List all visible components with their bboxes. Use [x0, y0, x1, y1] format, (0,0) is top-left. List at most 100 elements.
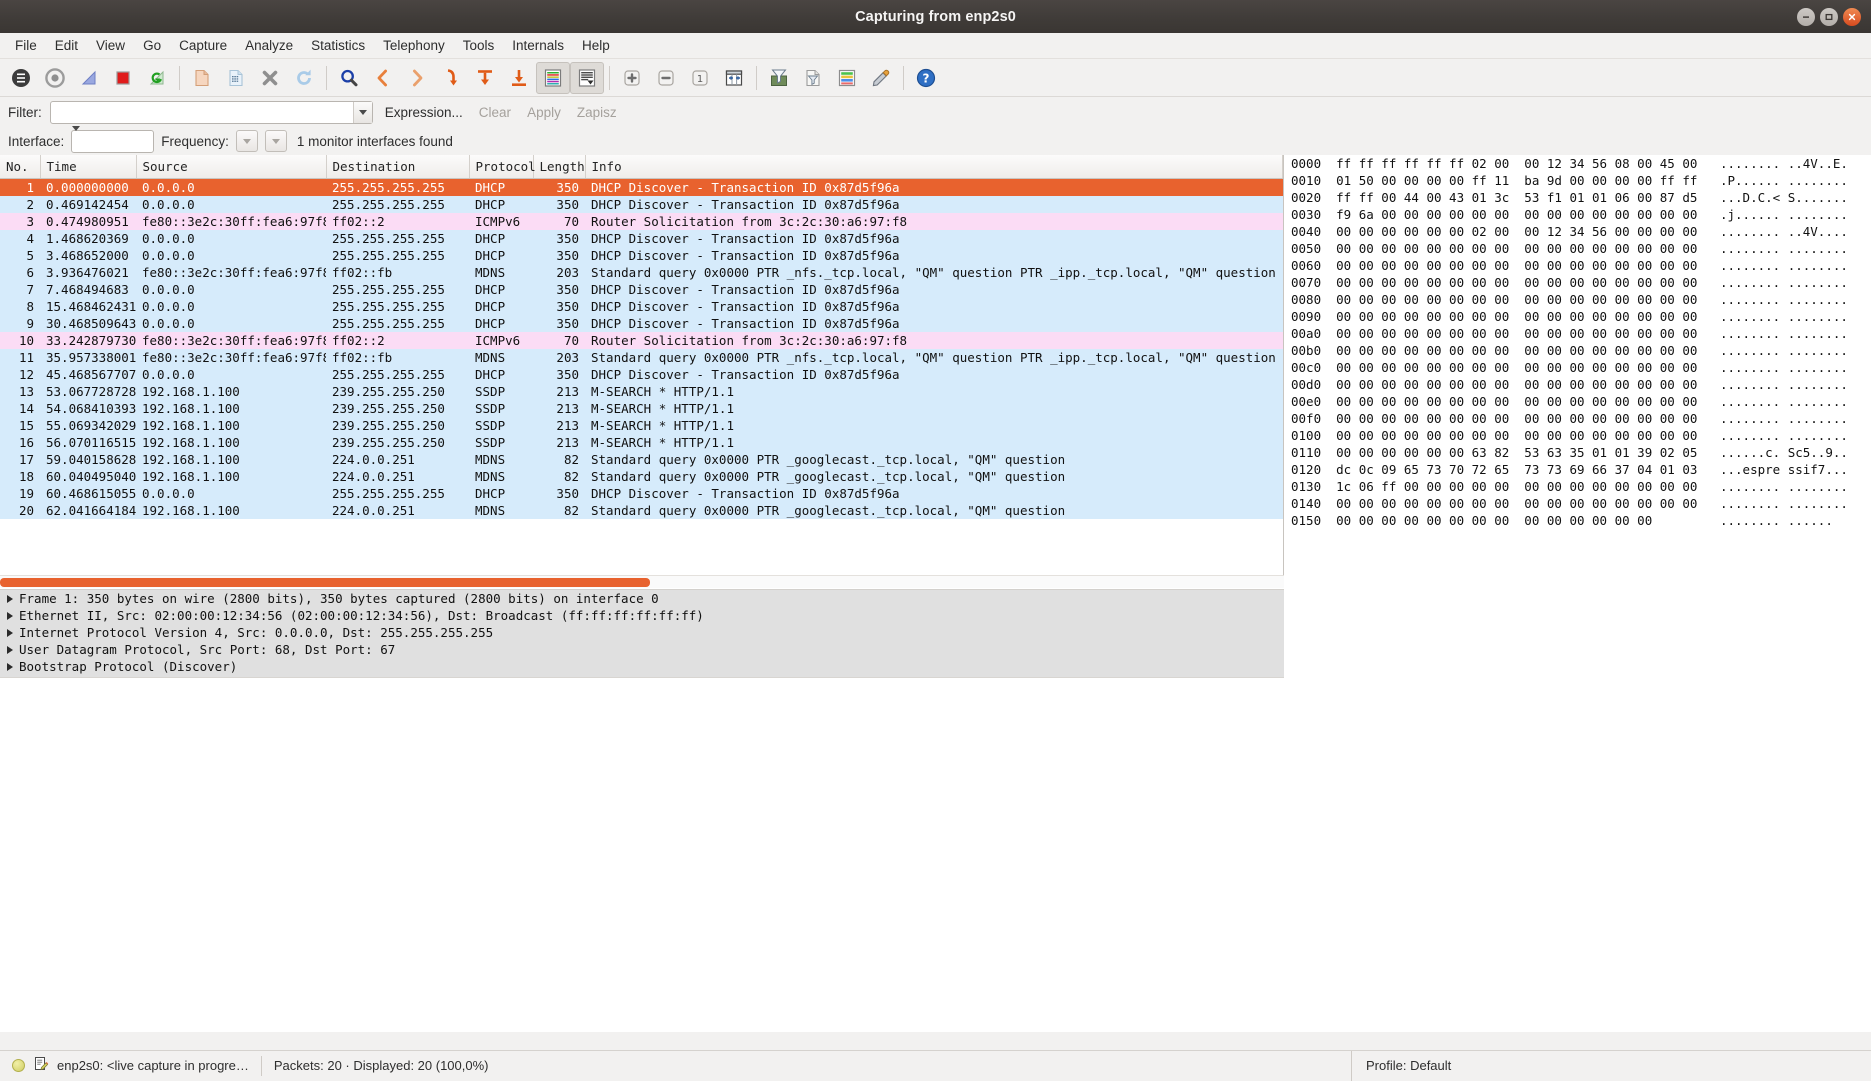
zoom-out-icon[interactable] — [649, 62, 683, 94]
table-row[interactable]: 77.4684946830.0.0.0255.255.255.255DHCP35… — [0, 281, 1283, 298]
save-filter-button[interactable]: Zapisz — [573, 103, 621, 122]
column-header-no[interactable]: No. — [0, 155, 40, 179]
frequency-select[interactable] — [236, 130, 258, 152]
menu-analyze[interactable]: Analyze — [236, 35, 302, 56]
hex-dump-line[interactable]: 00f0 00 00 00 00 00 00 00 00 00 00 00 00… — [1285, 410, 1871, 427]
interface-dropdown-button[interactable] — [72, 131, 153, 149]
menu-capture[interactable]: Capture — [170, 35, 236, 56]
go-to-first-packet-icon[interactable] — [468, 62, 502, 94]
hex-dump-line[interactable]: 0000 ff ff ff ff ff ff 02 00 00 12 34 56… — [1285, 155, 1871, 172]
menu-telephony[interactable]: Telephony — [374, 35, 454, 56]
packet-bytes-pane[interactable]: 0000 ff ff ff ff ff ff 02 00 00 12 34 56… — [1285, 155, 1871, 1032]
table-row[interactable]: 1135.957338001fe80::3e2c:30ff:fea6:97f8f… — [0, 349, 1283, 366]
packet-list-pane[interactable]: No. Time Source Destination Protocol Len… — [0, 155, 1284, 575]
packet-detail-row[interactable]: Bootstrap Protocol (Discover) — [0, 658, 1284, 675]
table-row[interactable]: 53.4686520000.0.0.0255.255.255.255DHCP35… — [0, 247, 1283, 264]
resize-columns-icon[interactable] — [717, 62, 751, 94]
column-header-length[interactable]: Length — [533, 155, 585, 179]
packet-detail-row[interactable]: User Datagram Protocol, Src Port: 68, Ds… — [0, 641, 1284, 658]
menu-edit[interactable]: Edit — [46, 35, 87, 56]
hex-dump-line[interactable]: 0040 00 00 00 00 00 00 02 00 00 12 34 56… — [1285, 223, 1871, 240]
table-row[interactable]: 1960.4686150550.0.0.0255.255.255.255DHCP… — [0, 485, 1283, 502]
hex-dump-line[interactable]: 0020 ff ff 00 44 00 43 01 3c 53 f1 01 01… — [1285, 189, 1871, 206]
table-row[interactable]: 30.474980951fe80::3e2c:30ff:fea6:97f8ff0… — [0, 213, 1283, 230]
column-header-protocol[interactable]: Protocol — [469, 155, 533, 179]
expand-triangle-icon[interactable] — [7, 595, 13, 603]
save-file-icon[interactable] — [219, 62, 253, 94]
hex-dump-line[interactable]: 0060 00 00 00 00 00 00 00 00 00 00 00 00… — [1285, 257, 1871, 274]
colorize-packet-list-icon[interactable] — [536, 62, 570, 94]
filter-text-field[interactable] — [54, 103, 350, 122]
column-header-source[interactable]: Source — [136, 155, 326, 179]
hex-dump-line[interactable]: 0070 00 00 00 00 00 00 00 00 00 00 00 00… — [1285, 274, 1871, 291]
go-to-last-packet-icon[interactable] — [502, 62, 536, 94]
interfaces-icon[interactable] — [4, 62, 38, 94]
hex-dump-line[interactable]: 00b0 00 00 00 00 00 00 00 00 00 00 00 00… — [1285, 342, 1871, 359]
menu-help[interactable]: Help — [573, 35, 619, 56]
go-to-packet-icon[interactable] — [434, 62, 468, 94]
go-back-icon[interactable] — [366, 62, 400, 94]
find-packet-icon[interactable] — [332, 62, 366, 94]
expression-button[interactable]: Expression... — [381, 103, 467, 122]
menu-internals[interactable]: Internals — [503, 35, 573, 56]
table-row[interactable]: 1555.069342029192.168.1.100239.255.255.2… — [0, 417, 1283, 434]
column-header-info[interactable]: Info — [585, 155, 1283, 179]
filter-dropdown-button[interactable] — [353, 102, 372, 123]
hex-dump-line[interactable]: 0120 dc 0c 09 65 73 70 72 65 73 73 69 66… — [1285, 461, 1871, 478]
hex-dump-line[interactable]: 0140 00 00 00 00 00 00 00 00 00 00 00 00… — [1285, 495, 1871, 512]
expand-triangle-icon[interactable] — [7, 646, 13, 654]
capture-options-icon[interactable] — [38, 62, 72, 94]
table-row[interactable]: 1759.040158628192.168.1.100224.0.0.251MD… — [0, 451, 1283, 468]
coloring-rules-icon[interactable] — [830, 62, 864, 94]
table-row[interactable]: 63.936476021fe80::3e2c:30ff:fea6:97f8ff0… — [0, 264, 1283, 281]
maximize-button[interactable] — [1820, 8, 1838, 26]
table-row[interactable]: 1454.068410393192.168.1.100239.255.255.2… — [0, 400, 1283, 417]
hex-dump-line[interactable]: 00c0 00 00 00 00 00 00 00 00 00 00 00 00… — [1285, 359, 1871, 376]
preferences-icon[interactable] — [864, 62, 898, 94]
profile-segment[interactable]: Profile: Default — [1351, 1051, 1871, 1081]
capture-status-segment[interactable]: enp2s0: <live capture in progre… — [0, 1051, 261, 1081]
stop-capture-icon[interactable] — [106, 62, 140, 94]
hex-dump-line[interactable]: 0090 00 00 00 00 00 00 00 00 00 00 00 00… — [1285, 308, 1871, 325]
hex-dump-line[interactable]: 0010 01 50 00 00 00 00 ff 11 ba 9d 00 00… — [1285, 172, 1871, 189]
table-row[interactable]: 20.4691424540.0.0.0255.255.255.255DHCP35… — [0, 196, 1283, 213]
help-icon[interactable]: ? — [909, 62, 943, 94]
packet-list-hscroll-thumb[interactable] — [0, 578, 650, 587]
clear-filter-button[interactable]: Clear — [475, 103, 515, 122]
interface-select[interactable] — [71, 130, 154, 153]
auto-scroll-live-capture-icon[interactable] — [570, 62, 604, 94]
hex-dump-line[interactable]: 0050 00 00 00 00 00 00 00 00 00 00 00 00… — [1285, 240, 1871, 257]
hex-dump-line[interactable]: 0150 00 00 00 00 00 00 00 00 00 00 00 00… — [1285, 512, 1871, 529]
packet-detail-row[interactable]: Internet Protocol Version 4, Src: 0.0.0.… — [0, 624, 1284, 641]
apply-filter-button[interactable]: Apply — [523, 103, 565, 122]
filter-input[interactable] — [50, 101, 373, 124]
packet-detail-row[interactable]: Frame 1: 350 bytes on wire (2800 bits), … — [0, 590, 1284, 607]
table-row[interactable]: 930.4685096430.0.0.0255.255.255.255DHCP3… — [0, 315, 1283, 332]
expand-triangle-icon[interactable] — [7, 612, 13, 620]
column-header-destination[interactable]: Destination — [326, 155, 469, 179]
capture-file-properties-icon[interactable] — [33, 1056, 49, 1075]
expand-triangle-icon[interactable] — [7, 663, 13, 671]
start-capture-icon[interactable] — [72, 62, 106, 94]
table-row[interactable]: 10.0000000000.0.0.0255.255.255.255DHCP35… — [0, 179, 1283, 197]
packet-list-hscrollbar[interactable] — [0, 575, 1284, 588]
table-row[interactable]: 2062.041664184192.168.1.100224.0.0.251MD… — [0, 502, 1283, 519]
packet-detail-pane[interactable]: Frame 1: 350 bytes on wire (2800 bits), … — [0, 589, 1284, 677]
zoom-in-icon[interactable] — [615, 62, 649, 94]
reload-icon[interactable] — [287, 62, 321, 94]
menu-tools[interactable]: Tools — [454, 35, 504, 56]
hex-dump-line[interactable]: 0110 00 00 00 00 00 00 63 82 53 63 35 01… — [1285, 444, 1871, 461]
capture-filters-icon[interactable] — [762, 62, 796, 94]
menu-view[interactable]: View — [87, 35, 134, 56]
channel-select[interactable] — [265, 130, 287, 152]
menu-file[interactable]: File — [6, 35, 46, 56]
open-file-icon[interactable] — [185, 62, 219, 94]
table-row[interactable]: 41.4686203690.0.0.0255.255.255.255DHCP35… — [0, 230, 1283, 247]
table-row[interactable]: 1033.242879730fe80::3e2c:30ff:fea6:97f8f… — [0, 332, 1283, 349]
close-file-icon[interactable] — [253, 62, 287, 94]
table-row[interactable]: 1245.4685677070.0.0.0255.255.255.255DHCP… — [0, 366, 1283, 383]
column-header-time[interactable]: Time — [40, 155, 136, 179]
packet-detail-row[interactable]: Ethernet II, Src: 02:00:00:12:34:56 (02:… — [0, 607, 1284, 624]
menu-go[interactable]: Go — [134, 35, 170, 56]
table-row[interactable]: 1353.067728728192.168.1.100239.255.255.2… — [0, 383, 1283, 400]
